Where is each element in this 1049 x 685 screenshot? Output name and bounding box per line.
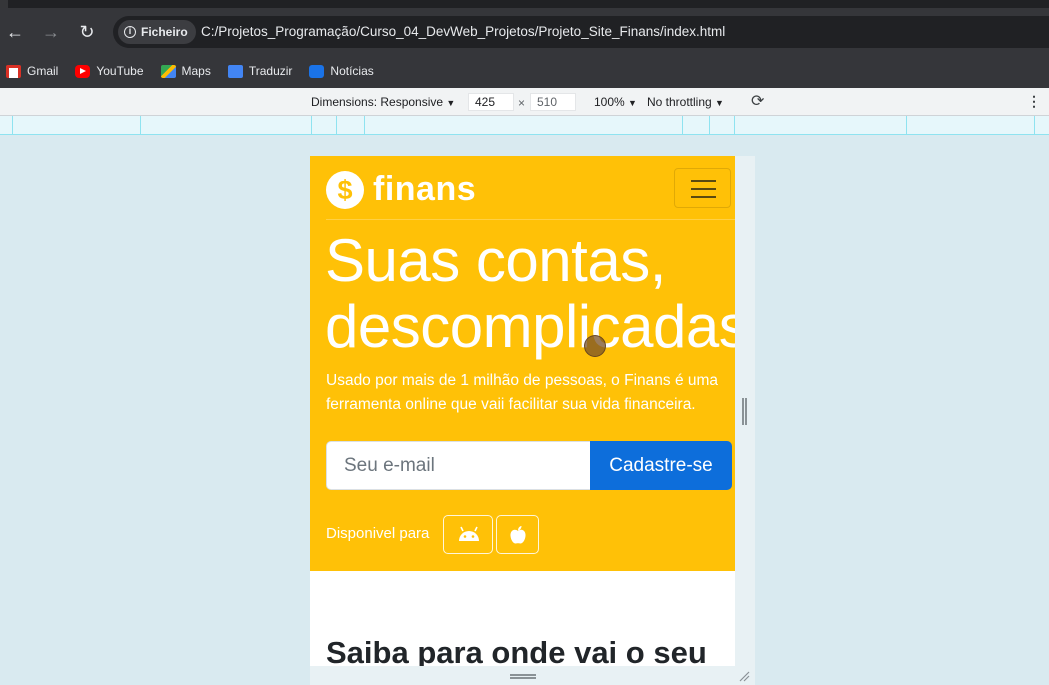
media-query-bar[interactable] <box>336 116 337 135</box>
tab-edge <box>0 0 8 8</box>
bookmark-label: Notícias <box>330 64 374 78</box>
address-bar[interactable]: i Ficheiro C:/Projetos_Programação/Curso… <box>113 16 1049 48</box>
resize-height-handle[interactable] <box>510 674 536 679</box>
brand-logo[interactable]: $ finans <box>326 170 476 209</box>
media-query-bar[interactable] <box>906 116 907 135</box>
browser-toolbar: ← → ↻ i Ficheiro C:/Projetos_Programação… <box>0 8 1049 54</box>
chevron-down-icon: ▼ <box>715 98 724 108</box>
translate-icon <box>227 64 243 78</box>
bookmark-maps[interactable]: Maps <box>160 64 211 78</box>
dollar-coin-icon: $ <box>326 170 364 209</box>
dimensions-label: Dimensions: Responsive <box>311 95 444 109</box>
available-label: Disponivel para <box>326 525 430 542</box>
navbar-divider <box>326 219 735 220</box>
chevron-down-icon: ▼ <box>446 98 456 108</box>
height-input[interactable]: 510 <box>530 93 576 111</box>
media-query-ruler <box>0 116 1049 135</box>
content-section: Saiba para onde vai o seu <box>310 571 735 666</box>
hero-section: $ finans Suas contas, descomplicadas Usa… <box>310 156 735 571</box>
chevron-down-icon: ▼ <box>628 98 637 108</box>
reload-icon[interactable]: ↻ <box>76 21 98 43</box>
maps-icon <box>160 64 176 78</box>
brand-name: finans <box>373 170 477 208</box>
media-query-bar[interactable] <box>682 116 683 135</box>
more-options-icon[interactable]: ⋮ <box>1027 93 1041 110</box>
zoom-label: 100% <box>594 95 625 109</box>
signup-button[interactable]: Cadastre-se <box>590 441 732 490</box>
media-query-bar[interactable] <box>12 116 13 135</box>
media-query-bar[interactable] <box>311 116 312 135</box>
resize-corner-icon[interactable] <box>738 670 750 682</box>
hamburger-line <box>691 188 716 190</box>
site-chip-label: Ficheiro <box>141 25 188 39</box>
url-text[interactable]: C:/Projetos_Programação/Curso_04_DevWeb_… <box>201 24 725 39</box>
dimensions-dropdown[interactable]: Dimensions: Responsive ▼ <box>311 95 455 109</box>
times-sign: × <box>518 96 526 110</box>
gmail-icon <box>6 64 21 78</box>
throttling-dropdown[interactable]: No throttling ▼ <box>647 95 724 109</box>
emulated-viewport: $ finans Suas contas, descomplicadas Usa… <box>310 156 735 666</box>
bookmark-label: Traduzir <box>248 64 293 78</box>
info-icon: i <box>124 26 136 38</box>
bookmark-label: Maps <box>181 64 211 78</box>
device-toolbar: Dimensions: Responsive ▼ 425 × 510 100% … <box>0 88 1049 116</box>
youtube-icon <box>75 64 91 78</box>
forward-arrow-icon[interactable]: → <box>40 21 62 43</box>
media-query-bar[interactable] <box>1034 116 1035 135</box>
android-button[interactable] <box>443 515 493 554</box>
bookmark-gmail[interactable]: Gmail <box>6 64 58 78</box>
android-icon <box>459 526 479 541</box>
hero-headline: Suas contas, descomplicadas <box>325 227 735 360</box>
zoom-dropdown[interactable]: 100% ▼ <box>594 95 637 109</box>
hero-lead: Usado por mais de 1 milhão de pessoas, o… <box>326 372 719 413</box>
section-title: Saiba para onde vai o seu <box>326 635 707 666</box>
resize-width-handle[interactable] <box>742 398 747 425</box>
bookmark-traduzir[interactable]: Traduzir <box>227 64 293 78</box>
bookmark-youtube[interactable]: YouTube <box>75 64 144 78</box>
back-arrow-icon[interactable]: ← <box>4 21 26 43</box>
rotate-icon[interactable]: ⟳ <box>751 93 769 111</box>
apple-button[interactable] <box>496 515 539 554</box>
apple-icon <box>510 526 526 544</box>
bookmarks-bar: Gmail YouTube Maps Traduzir Notícias <box>0 54 1049 88</box>
media-query-bar[interactable] <box>734 116 735 135</box>
site-info-chip[interactable]: i Ficheiro <box>118 20 196 44</box>
width-input[interactable]: 425 <box>468 93 514 111</box>
browser-tab-strip <box>0 0 1049 8</box>
touch-cursor <box>584 335 606 357</box>
media-query-bar[interactable] <box>364 116 365 135</box>
hamburger-line <box>691 180 716 182</box>
bookmark-noticias[interactable]: Notícias <box>309 64 374 78</box>
email-input[interactable]: Seu e-mail <box>326 441 591 490</box>
media-query-bar[interactable] <box>140 116 141 135</box>
throttling-label: No throttling <box>647 95 712 109</box>
news-icon <box>309 64 325 78</box>
hamburger-line <box>691 196 716 198</box>
media-query-bar[interactable] <box>709 116 710 135</box>
bookmark-label: Gmail <box>27 64 59 78</box>
bookmark-label: YouTube <box>96 64 144 78</box>
menu-toggle-button[interactable] <box>674 168 731 208</box>
